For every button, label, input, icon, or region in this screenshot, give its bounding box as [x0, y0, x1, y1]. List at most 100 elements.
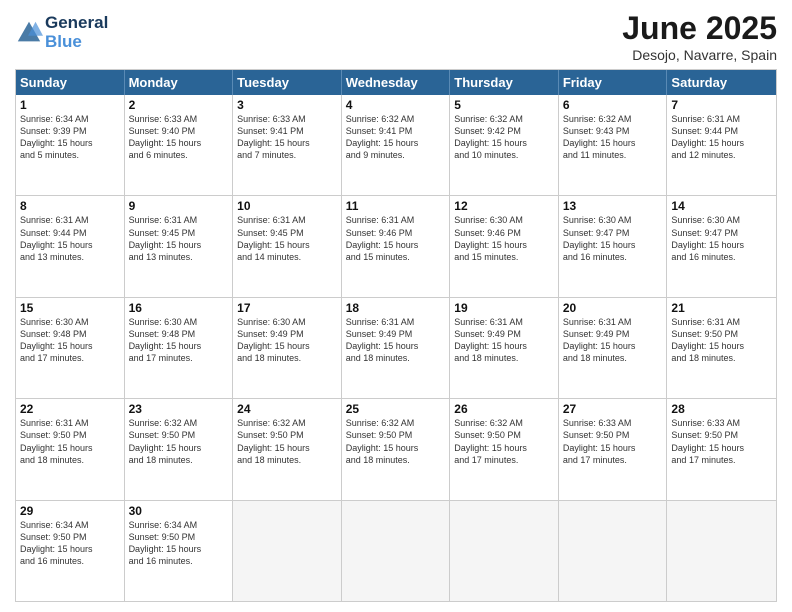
calendar-row: 8Sunrise: 6:31 AM Sunset: 9:44 PM Daylig…	[16, 195, 776, 296]
day-info: Sunrise: 6:30 AM Sunset: 9:46 PM Dayligh…	[454, 214, 554, 263]
header-wednesday: Wednesday	[342, 70, 451, 95]
day-info: Sunrise: 6:31 AM Sunset: 9:45 PM Dayligh…	[237, 214, 337, 263]
calendar-cell: 12Sunrise: 6:30 AM Sunset: 9:46 PM Dayli…	[450, 196, 559, 296]
calendar-cell	[450, 501, 559, 601]
calendar-cell: 1Sunrise: 6:34 AM Sunset: 9:39 PM Daylig…	[16, 95, 125, 195]
calendar-cell: 10Sunrise: 6:31 AM Sunset: 9:45 PM Dayli…	[233, 196, 342, 296]
title-block: June 2025 Desojo, Navarre, Spain	[622, 10, 777, 63]
calendar-cell: 5Sunrise: 6:32 AM Sunset: 9:42 PM Daylig…	[450, 95, 559, 195]
page: General Blue June 2025 Desojo, Navarre, …	[0, 0, 792, 612]
month-title: June 2025	[622, 10, 777, 47]
day-info: Sunrise: 6:34 AM Sunset: 9:50 PM Dayligh…	[129, 519, 229, 568]
header-monday: Monday	[125, 70, 234, 95]
day-info: Sunrise: 6:32 AM Sunset: 9:50 PM Dayligh…	[129, 417, 229, 466]
day-number: 22	[20, 402, 120, 416]
logo-icon	[15, 19, 43, 47]
day-info: Sunrise: 6:32 AM Sunset: 9:50 PM Dayligh…	[454, 417, 554, 466]
day-number: 30	[129, 504, 229, 518]
day-info: Sunrise: 6:32 AM Sunset: 9:43 PM Dayligh…	[563, 113, 663, 162]
day-info: Sunrise: 6:32 AM Sunset: 9:41 PM Dayligh…	[346, 113, 446, 162]
header-sunday: Sunday	[16, 70, 125, 95]
calendar-cell: 4Sunrise: 6:32 AM Sunset: 9:41 PM Daylig…	[342, 95, 451, 195]
calendar-cell: 8Sunrise: 6:31 AM Sunset: 9:44 PM Daylig…	[16, 196, 125, 296]
calendar-cell: 14Sunrise: 6:30 AM Sunset: 9:47 PM Dayli…	[667, 196, 776, 296]
day-info: Sunrise: 6:31 AM Sunset: 9:44 PM Dayligh…	[20, 214, 120, 263]
day-info: Sunrise: 6:30 AM Sunset: 9:47 PM Dayligh…	[671, 214, 772, 263]
day-info: Sunrise: 6:30 AM Sunset: 9:48 PM Dayligh…	[20, 316, 120, 365]
calendar-cell: 13Sunrise: 6:30 AM Sunset: 9:47 PM Dayli…	[559, 196, 668, 296]
day-info: Sunrise: 6:33 AM Sunset: 9:50 PM Dayligh…	[563, 417, 663, 466]
calendar-header: Sunday Monday Tuesday Wednesday Thursday…	[16, 70, 776, 95]
day-info: Sunrise: 6:33 AM Sunset: 9:41 PM Dayligh…	[237, 113, 337, 162]
day-number: 28	[671, 402, 772, 416]
day-number: 10	[237, 199, 337, 213]
header-friday: Friday	[559, 70, 668, 95]
day-number: 8	[20, 199, 120, 213]
calendar-cell: 11Sunrise: 6:31 AM Sunset: 9:46 PM Dayli…	[342, 196, 451, 296]
calendar-cell: 3Sunrise: 6:33 AM Sunset: 9:41 PM Daylig…	[233, 95, 342, 195]
day-info: Sunrise: 6:34 AM Sunset: 9:39 PM Dayligh…	[20, 113, 120, 162]
day-number: 15	[20, 301, 120, 315]
calendar-body: 1Sunrise: 6:34 AM Sunset: 9:39 PM Daylig…	[16, 95, 776, 601]
calendar-row: 29Sunrise: 6:34 AM Sunset: 9:50 PM Dayli…	[16, 500, 776, 601]
day-info: Sunrise: 6:31 AM Sunset: 9:44 PM Dayligh…	[671, 113, 772, 162]
day-info: Sunrise: 6:31 AM Sunset: 9:45 PM Dayligh…	[129, 214, 229, 263]
day-number: 17	[237, 301, 337, 315]
calendar-cell: 30Sunrise: 6:34 AM Sunset: 9:50 PM Dayli…	[125, 501, 234, 601]
calendar-cell: 28Sunrise: 6:33 AM Sunset: 9:50 PM Dayli…	[667, 399, 776, 499]
day-number: 14	[671, 199, 772, 213]
calendar-cell: 21Sunrise: 6:31 AM Sunset: 9:50 PM Dayli…	[667, 298, 776, 398]
day-info: Sunrise: 6:31 AM Sunset: 9:49 PM Dayligh…	[563, 316, 663, 365]
day-number: 21	[671, 301, 772, 315]
calendar: Sunday Monday Tuesday Wednesday Thursday…	[15, 69, 777, 602]
day-number: 13	[563, 199, 663, 213]
subtitle: Desojo, Navarre, Spain	[622, 47, 777, 63]
calendar-cell: 17Sunrise: 6:30 AM Sunset: 9:49 PM Dayli…	[233, 298, 342, 398]
day-info: Sunrise: 6:33 AM Sunset: 9:40 PM Dayligh…	[129, 113, 229, 162]
day-number: 23	[129, 402, 229, 416]
day-number: 11	[346, 199, 446, 213]
calendar-cell: 24Sunrise: 6:32 AM Sunset: 9:50 PM Dayli…	[233, 399, 342, 499]
day-number: 6	[563, 98, 663, 112]
calendar-cell	[342, 501, 451, 601]
day-info: Sunrise: 6:30 AM Sunset: 9:47 PM Dayligh…	[563, 214, 663, 263]
logo-text: General Blue	[45, 14, 108, 51]
calendar-cell	[667, 501, 776, 601]
day-number: 5	[454, 98, 554, 112]
day-number: 29	[20, 504, 120, 518]
calendar-cell: 2Sunrise: 6:33 AM Sunset: 9:40 PM Daylig…	[125, 95, 234, 195]
header-saturday: Saturday	[667, 70, 776, 95]
day-number: 19	[454, 301, 554, 315]
day-info: Sunrise: 6:31 AM Sunset: 9:50 PM Dayligh…	[671, 316, 772, 365]
day-info: Sunrise: 6:31 AM Sunset: 9:46 PM Dayligh…	[346, 214, 446, 263]
day-number: 16	[129, 301, 229, 315]
calendar-cell: 7Sunrise: 6:31 AM Sunset: 9:44 PM Daylig…	[667, 95, 776, 195]
calendar-cell	[559, 501, 668, 601]
day-number: 4	[346, 98, 446, 112]
day-info: Sunrise: 6:34 AM Sunset: 9:50 PM Dayligh…	[20, 519, 120, 568]
calendar-row: 15Sunrise: 6:30 AM Sunset: 9:48 PM Dayli…	[16, 297, 776, 398]
day-number: 7	[671, 98, 772, 112]
header-thursday: Thursday	[450, 70, 559, 95]
day-number: 20	[563, 301, 663, 315]
day-info: Sunrise: 6:30 AM Sunset: 9:49 PM Dayligh…	[237, 316, 337, 365]
calendar-cell: 26Sunrise: 6:32 AM Sunset: 9:50 PM Dayli…	[450, 399, 559, 499]
day-number: 27	[563, 402, 663, 416]
calendar-cell: 22Sunrise: 6:31 AM Sunset: 9:50 PM Dayli…	[16, 399, 125, 499]
calendar-cell: 18Sunrise: 6:31 AM Sunset: 9:49 PM Dayli…	[342, 298, 451, 398]
calendar-row: 1Sunrise: 6:34 AM Sunset: 9:39 PM Daylig…	[16, 95, 776, 195]
calendar-cell: 16Sunrise: 6:30 AM Sunset: 9:48 PM Dayli…	[125, 298, 234, 398]
header-tuesday: Tuesday	[233, 70, 342, 95]
day-info: Sunrise: 6:33 AM Sunset: 9:50 PM Dayligh…	[671, 417, 772, 466]
header: General Blue June 2025 Desojo, Navarre, …	[15, 10, 777, 63]
day-info: Sunrise: 6:30 AM Sunset: 9:48 PM Dayligh…	[129, 316, 229, 365]
day-number: 12	[454, 199, 554, 213]
calendar-cell: 19Sunrise: 6:31 AM Sunset: 9:49 PM Dayli…	[450, 298, 559, 398]
day-number: 3	[237, 98, 337, 112]
calendar-cell: 20Sunrise: 6:31 AM Sunset: 9:49 PM Dayli…	[559, 298, 668, 398]
day-number: 25	[346, 402, 446, 416]
calendar-cell: 27Sunrise: 6:33 AM Sunset: 9:50 PM Dayli…	[559, 399, 668, 499]
day-info: Sunrise: 6:31 AM Sunset: 9:49 PM Dayligh…	[454, 316, 554, 365]
calendar-row: 22Sunrise: 6:31 AM Sunset: 9:50 PM Dayli…	[16, 398, 776, 499]
calendar-cell: 29Sunrise: 6:34 AM Sunset: 9:50 PM Dayli…	[16, 501, 125, 601]
